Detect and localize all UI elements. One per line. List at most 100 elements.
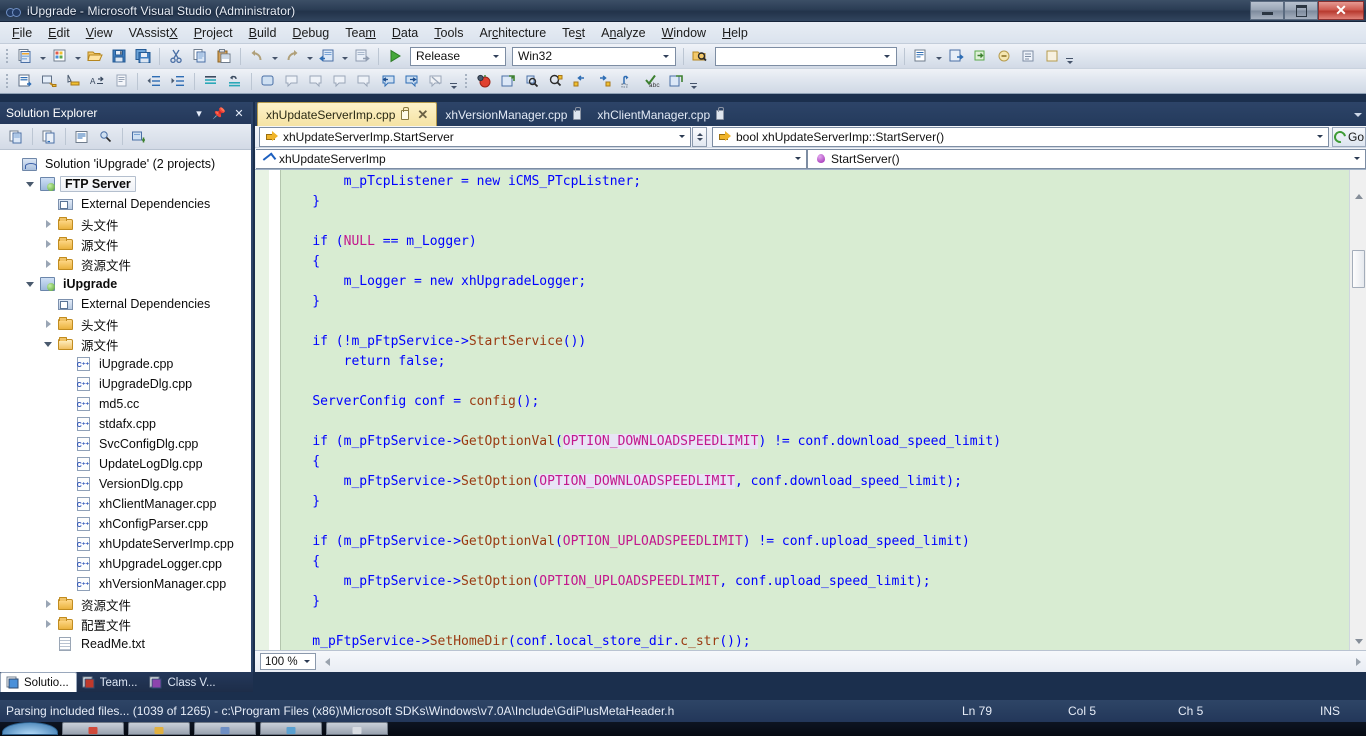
add-new-item-dropdown-icon[interactable] <box>72 46 83 67</box>
vassist-extra-icon[interactable] <box>1041 46 1063 67</box>
tree-node[interactable]: xhVersionManager.cpp <box>0 574 251 594</box>
solution-platform-combo[interactable]: Win32 <box>512 46 676 66</box>
previous-bookmark-document-icon[interactable] <box>377 71 399 92</box>
code-text[interactable]: m_pTcpListener = new iCMS_PTcpListner; }… <box>281 170 1349 650</box>
va-goto-implementation-icon[interactable] <box>569 71 591 92</box>
add-new-item-icon[interactable] <box>49 46 71 67</box>
vassist-find-references-icon[interactable] <box>910 46 932 67</box>
tree-node[interactable]: iUpgradeDlg.cpp <box>0 374 251 394</box>
chevron-down-icon[interactable] <box>301 654 313 669</box>
menu-item-edit[interactable]: Edit <box>40 23 78 43</box>
tree-node[interactable]: VersionDlg.cpp <box>0 474 251 494</box>
tree-node[interactable]: iUpgrade.cpp <box>0 354 251 374</box>
zoom-combo[interactable]: 100 % <box>260 653 316 670</box>
expand-arrow-icon[interactable] <box>40 594 56 614</box>
uncomment-selection-icon[interactable] <box>224 71 246 92</box>
new-project-dropdown-icon[interactable] <box>37 46 48 67</box>
chevron-down-icon[interactable] <box>1350 150 1364 168</box>
tree-node[interactable]: Solution 'iUpgrade' (2 projects) <box>0 154 251 174</box>
solution-tree[interactable]: Solution 'iUpgrade' (2 projects) FTP Serv… <box>0 150 251 672</box>
panel-tab-classv[interactable]: Class V... <box>144 673 222 692</box>
tree-node[interactable]: 资源文件 <box>0 594 251 614</box>
tree-node[interactable]: 源文件 <box>0 234 251 254</box>
close-icon[interactable]: ✕ <box>231 105 247 121</box>
solution-configuration-combo[interactable]: Release <box>410 46 506 66</box>
document-tab-xhclientmanager-cpp[interactable]: xhClientManager.cpp <box>589 103 732 126</box>
menu-item-window[interactable]: Window <box>654 23 714 43</box>
close-button[interactable]: ✕ <box>1318 1 1364 20</box>
next-bookmark-document-icon[interactable] <box>401 71 423 92</box>
save-icon[interactable] <box>108 46 130 67</box>
vassist-definition-combo[interactable]: bool xhUpdateServerImp::StartServer() <box>712 126 1329 147</box>
decrease-indent-icon[interactable] <box>143 71 165 92</box>
tree-node[interactable]: External Dependencies <box>0 294 251 314</box>
toolbar-overflow-icon[interactable] <box>688 71 699 92</box>
chevron-down-icon[interactable] <box>791 150 805 168</box>
menu-item-help[interactable]: Help <box>714 23 756 43</box>
new-project-icon[interactable] <box>14 46 36 67</box>
tree-node[interactable]: 头文件 <box>0 214 251 234</box>
vassist-refactor-icon[interactable] <box>993 46 1015 67</box>
toolbar-overflow-icon[interactable] <box>1064 46 1075 67</box>
minimize-button[interactable] <box>1250 1 1284 20</box>
va-open-corresponding-icon[interactable] <box>665 71 687 92</box>
refresh-icon[interactable] <box>128 126 150 147</box>
indicator-margin[interactable] <box>269 170 280 650</box>
menu-item-debug[interactable]: Debug <box>284 23 337 43</box>
copy-icon[interactable] <box>189 46 211 67</box>
expand-arrow-icon[interactable] <box>40 314 56 334</box>
taskbar-app-5[interactable] <box>326 722 388 735</box>
taskbar-app-4[interactable] <box>260 722 322 735</box>
vassist-dropdown-icon[interactable] <box>933 46 944 67</box>
tree-node[interactable]: UpdateLogDlg.cpp <box>0 454 251 474</box>
menu-item-analyze[interactable]: Analyze <box>593 23 653 43</box>
toggle-bookmark-icon[interactable] <box>257 71 279 92</box>
vertical-scroll-thumb[interactable] <box>1352 250 1365 288</box>
va-find-symbol-icon[interactable] <box>521 71 543 92</box>
cut-icon[interactable] <box>165 46 187 67</box>
menu-item-project[interactable]: Project <box>186 23 241 43</box>
find-combo[interactable] <box>715 46 897 66</box>
tree-node[interactable]: SvcConfigDlg.cpp <box>0 434 251 454</box>
undo-dropdown-icon[interactable] <box>269 46 280 67</box>
parameter-info-icon[interactable] <box>62 71 84 92</box>
show-all-files-icon[interactable] <box>38 126 60 147</box>
chevron-down-icon[interactable] <box>658 48 673 65</box>
scroll-left-icon[interactable] <box>320 653 335 670</box>
find-in-files-icon[interactable] <box>689 46 711 67</box>
vertical-scrollbar[interactable] <box>1349 170 1366 650</box>
quick-info-icon[interactable] <box>38 71 60 92</box>
document-tab-xhversionmanager-cpp[interactable]: xhVersionManager.cpp <box>437 103 589 126</box>
vassist-tools-icon[interactable] <box>1017 46 1039 67</box>
start-debug-icon[interactable] <box>384 46 406 67</box>
pin-icon[interactable]: 📌 <box>211 105 227 121</box>
tree-node[interactable]: FTP Server <box>0 174 251 194</box>
tree-node[interactable]: stdafx.cpp <box>0 414 251 434</box>
vassist-context-combo[interactable]: xhUpdateServerImp.StartServer <box>259 126 691 147</box>
taskbar-app-1[interactable] <box>62 722 124 735</box>
open-file-icon[interactable] <box>84 46 106 67</box>
collapse-arrow-icon[interactable] <box>22 274 38 294</box>
tree-node[interactable]: 配置文件 <box>0 614 251 634</box>
menu-item-architecture[interactable]: Architecture <box>471 23 554 43</box>
paste-icon[interactable] <box>213 46 235 67</box>
horizontal-scrollbar[interactable] <box>320 653 1366 670</box>
va-spell-check-icon[interactable]: abc <box>641 71 663 92</box>
menu-item-vassistx[interactable]: VAssistX <box>121 23 186 43</box>
navigate-backward-dropdown-icon[interactable] <box>339 46 350 67</box>
previous-bookmark-folder-icon[interactable] <box>329 71 351 92</box>
scroll-right-icon[interactable] <box>1351 653 1366 670</box>
navigate-backward-icon[interactable] <box>316 46 338 67</box>
menu-item-tools[interactable]: Tools <box>426 23 471 43</box>
redo-dropdown-icon[interactable] <box>304 46 315 67</box>
maximize-button[interactable] <box>1284 1 1318 20</box>
toolbar-grip[interactable] <box>462 72 470 91</box>
toolbar-grip[interactable] <box>3 47 11 66</box>
tab-overflow-icon[interactable] <box>1350 104 1366 126</box>
menu-item-build[interactable]: Build <box>241 23 285 43</box>
next-bookmark-folder-icon[interactable] <box>353 71 375 92</box>
save-all-icon[interactable] <box>132 46 154 67</box>
tree-node[interactable]: xhClientManager.cpp <box>0 494 251 514</box>
va-goto-related-icon[interactable] <box>593 71 615 92</box>
code-editor[interactable]: m_pTcpListener = new iCMS_PTcpListner; }… <box>255 170 1366 650</box>
